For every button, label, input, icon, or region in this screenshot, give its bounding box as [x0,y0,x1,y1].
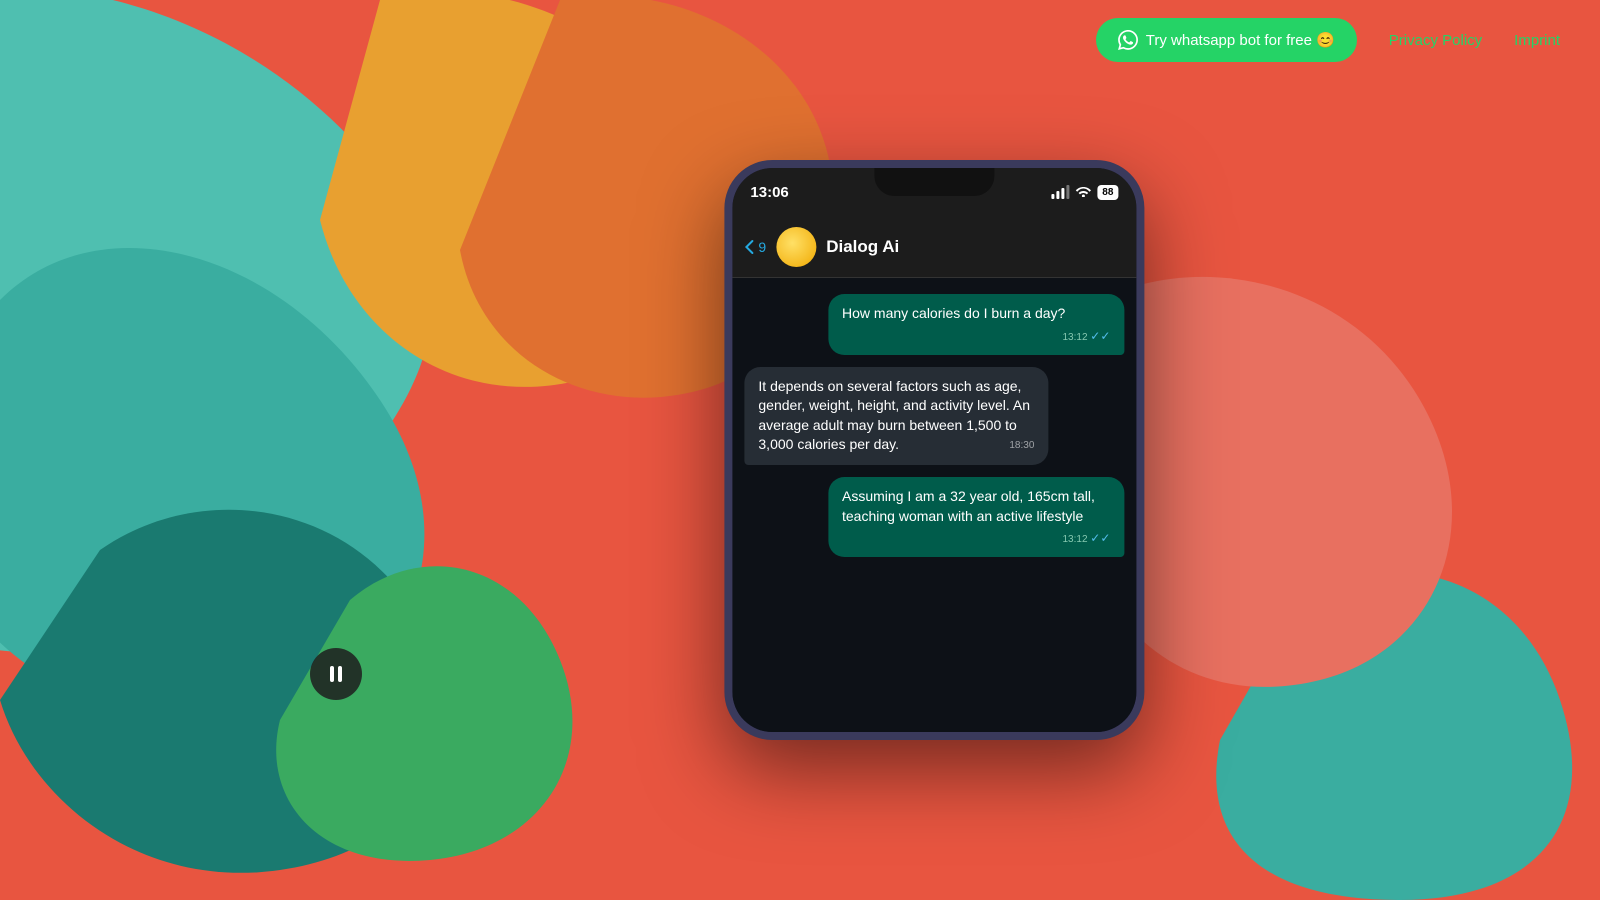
status-icons: 88 [1051,185,1118,200]
status-time: 13:06 [750,184,788,201]
contact-name: Dialog Ai [826,237,899,257]
message-text: How many calories do I burn a day? [842,305,1065,321]
back-count: 9 [758,239,766,255]
pause-icon [330,666,342,682]
phone-body: 13:06 88 [724,160,1144,740]
back-button[interactable]: 9 [744,239,766,255]
read-receipt-icon: ✓✓ [1090,531,1110,545]
signal-bars-icon [1051,185,1069,199]
message-text: It depends on several factors such as ag… [758,378,1030,453]
top-navigation: Try whatsapp bot for free 😊 Privacy Poli… [0,0,1600,80]
message-received-1: It depends on several factors such as ag… [744,367,1048,465]
whatsapp-icon [1118,30,1138,50]
privacy-policy-link[interactable]: Privacy Policy [1389,32,1482,49]
read-receipt-icon: ✓✓ [1090,329,1110,343]
message-sent-2: Assuming I am a 32 year old, 165cm tall,… [828,477,1124,557]
wifi-icon [1075,185,1091,200]
chat-body: How many calories do I burn a day? 13:12… [732,278,1136,732]
message-time: 18:30 [1009,439,1034,453]
message-time: 13:12 ✓✓ [1062,328,1110,345]
back-chevron-icon [744,239,754,255]
whatsapp-btn-label: Try whatsapp bot for free 😊 [1146,31,1335,49]
phone-notch [874,168,994,196]
imprint-link[interactable]: Imprint [1514,32,1560,49]
contact-avatar [776,227,816,267]
battery-indicator: 88 [1097,185,1118,200]
message-text: Assuming I am a 32 year old, 165cm tall,… [842,488,1095,524]
message-time: 13:12 ✓✓ [1062,530,1110,547]
phone-mockup: 13:06 88 [724,160,1144,740]
message-sent-1: How many calories do I burn a day? 13:12… [828,294,1124,355]
chat-header: 9 Dialog Ai [732,216,1136,278]
whatsapp-cta-button[interactable]: Try whatsapp bot for free 😊 [1096,18,1357,62]
pause-button[interactable] [310,648,362,700]
